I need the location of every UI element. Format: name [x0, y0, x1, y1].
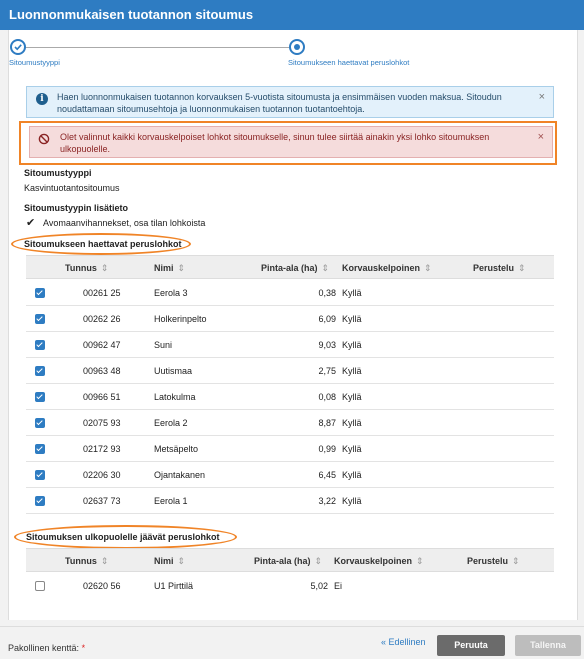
cell-area: 0,99 — [318, 444, 336, 454]
cell-name: Suni — [154, 340, 173, 350]
row-checkbox[interactable] — [35, 496, 45, 506]
info-alert-text: Haen luonnonmukaisen tuotannon korvaukse… — [57, 92, 502, 114]
info-icon: i — [36, 93, 48, 105]
table-row[interactable]: 00963 48 Uutismaa 2,75 Kyllä — [26, 358, 554, 384]
step-done-icon[interactable] — [10, 39, 26, 55]
excluded-heading: Sitoumuksen ulkopuolelle jäävät perusloh… — [26, 532, 220, 542]
commitment-type-value: Kasvintuotantositoumus — [24, 183, 120, 193]
row-checkbox[interactable] — [35, 470, 45, 480]
table-row[interactable]: 00962 47 Suni 9,03 Kyllä — [26, 332, 554, 358]
cell-area: 5,02 — [310, 581, 328, 591]
save-button[interactable]: Tallenna — [515, 635, 581, 656]
cell-eligible: Kyllä — [342, 366, 362, 376]
col-nimi[interactable]: Nimi ⇕ — [154, 556, 185, 567]
table-row[interactable]: 02206 30 Ojantakanen 6,45 Kyllä — [26, 462, 554, 488]
cell-area: 6,45 — [318, 470, 336, 480]
cell-id: 02075 93 — [83, 418, 121, 428]
included-heading: Sitoumukseen haettavat peruslohkot — [24, 239, 182, 249]
cell-name: Eerola 3 — [154, 288, 188, 298]
commitment-extra-label: Sitoumustyypin lisätieto — [24, 203, 129, 213]
stepper-line — [18, 47, 298, 48]
table-header: Tunnus ⇕ Nimi ⇕ Pinta-ala (ha) ⇕ Korvauskel… — [26, 548, 554, 572]
cell-area: 9,03 — [318, 340, 336, 350]
table-row[interactable]: 02075 93 Eerola 2 8,87 Kyllä — [26, 410, 554, 436]
table-row[interactable]: 02172 93 Metsäpelto 0,99 Kyllä — [26, 436, 554, 462]
cell-name: Metsäpelto — [154, 444, 199, 454]
commitment-extra-value: Avomaanvihannekset, osa tilan lohkoista — [43, 218, 206, 228]
cell-eligible: Kyllä — [342, 340, 362, 350]
cell-id: 02172 93 — [83, 444, 121, 454]
cell-area: 2,75 — [318, 366, 336, 376]
cell-area: 0,08 — [318, 392, 336, 402]
step-active-icon[interactable] — [289, 39, 305, 55]
step-1-label[interactable]: Sitoumustyyppi — [9, 58, 60, 67]
cell-id: 00262 26 — [83, 314, 121, 324]
commitment-type-label: Sitoumustyyppi — [24, 168, 92, 178]
col-perustelu[interactable]: Perustelu ⇕ — [473, 263, 526, 274]
required-field-note: Pakollinen kenttä: * — [8, 643, 86, 653]
table-row[interactable]: 00261 25 Eerola 3 0,38 Kyllä — [26, 280, 554, 306]
cell-area: 8,87 — [318, 418, 336, 428]
cell-area: 0,38 — [318, 288, 336, 298]
cell-eligible: Kyllä — [342, 288, 362, 298]
check-icon: ✔ — [26, 217, 36, 229]
cell-name: Holkerinpelto — [154, 314, 207, 324]
col-tunnus[interactable]: Tunnus ⇕ — [65, 263, 108, 274]
cell-eligible: Kyllä — [342, 418, 362, 428]
cell-id: 02620 56 — [83, 581, 121, 591]
col-korvauskelpoinen[interactable]: Korvauskelpoinen ⇕ — [334, 556, 424, 567]
row-checkbox[interactable] — [35, 581, 45, 591]
row-checkbox[interactable] — [35, 444, 45, 454]
excluded-table: Tunnus ⇕ Nimi ⇕ Pinta-ala (ha) ⇕ Korvauskel… — [26, 548, 554, 602]
cell-name: Ojantakanen — [154, 470, 206, 480]
cell-eligible: Ei — [334, 581, 343, 591]
row-checkbox[interactable] — [35, 340, 45, 350]
cell-name: Uutismaa — [154, 366, 193, 376]
col-korvauskelpoinen[interactable]: Korvauskelpoinen ⇕ — [342, 263, 432, 274]
cell-id: 00261 25 — [83, 288, 121, 298]
step-2-label[interactable]: Sitoumukseen haettavat peruslohkot — [288, 58, 409, 67]
table-row[interactable]: 00262 26 Holkerinpelto 6,09 Kyllä — [26, 306, 554, 332]
cancel-button[interactable]: Peruuta — [437, 635, 505, 656]
cell-id: 02206 30 — [83, 470, 121, 480]
col-pinta-ala[interactable]: Pinta-ala (ha) ⇕ — [254, 556, 322, 567]
row-checkbox[interactable] — [35, 288, 45, 298]
cell-eligible: Kyllä — [342, 444, 362, 454]
cell-id: 02637 73 — [83, 496, 121, 506]
table-row[interactable]: 00966 51 Latokulma 0,08 Kyllä — [26, 384, 554, 410]
col-nimi[interactable]: Nimi ⇕ — [154, 263, 185, 274]
footer-bar: Pakollinen kenttä: * « Edellinen Peruuta… — [0, 626, 584, 659]
previous-link[interactable]: « Edellinen — [381, 637, 426, 647]
cell-id: 00963 48 — [83, 366, 121, 376]
required-star: * — [81, 643, 86, 653]
row-checkbox[interactable] — [35, 392, 45, 402]
cell-id: 00966 51 — [83, 392, 121, 402]
cell-eligible: Kyllä — [342, 314, 362, 324]
cell-eligible: Kyllä — [342, 392, 362, 402]
cell-name: U1 Pirttilä — [154, 581, 194, 591]
table-row[interactable]: 02620 56 U1 Pirttilä 5,02 Ei — [26, 573, 554, 599]
col-tunnus[interactable]: Tunnus ⇕ — [65, 556, 108, 567]
row-checkbox[interactable] — [35, 366, 45, 376]
cell-name: Eerola 2 — [154, 418, 188, 428]
cell-area: 6,09 — [318, 314, 336, 324]
window-title: Luonnonmukaisen tuotannon sitoumus — [0, 0, 584, 30]
cell-area: 3,22 — [318, 496, 336, 506]
included-table: Tunnus ⇕ Nimi ⇕ Pinta-ala (ha) ⇕ Korvauskel… — [26, 255, 554, 515]
row-checkbox[interactable] — [35, 314, 45, 324]
table-header: Tunnus ⇕ Nimi ⇕ Pinta-ala (ha) ⇕ Korvauskel… — [26, 255, 554, 279]
col-pinta-ala[interactable]: Pinta-ala (ha) ⇕ — [261, 263, 329, 274]
cell-name: Eerola 1 — [154, 496, 188, 506]
cell-eligible: Kyllä — [342, 470, 362, 480]
col-perustelu[interactable]: Perustelu ⇕ — [467, 556, 520, 567]
close-icon[interactable]: × — [539, 91, 545, 103]
row-checkbox[interactable] — [35, 418, 45, 428]
table-row[interactable]: 02637 73 Eerola 1 3,22 Kyllä — [26, 488, 554, 514]
error-highlight-box — [19, 121, 557, 165]
info-alert: i Haen luonnonmukaisen tuotannon korvauk… — [26, 86, 554, 118]
cell-id: 00962 47 — [83, 340, 121, 350]
cell-name: Latokulma — [154, 392, 196, 402]
cell-eligible: Kyllä — [342, 496, 362, 506]
